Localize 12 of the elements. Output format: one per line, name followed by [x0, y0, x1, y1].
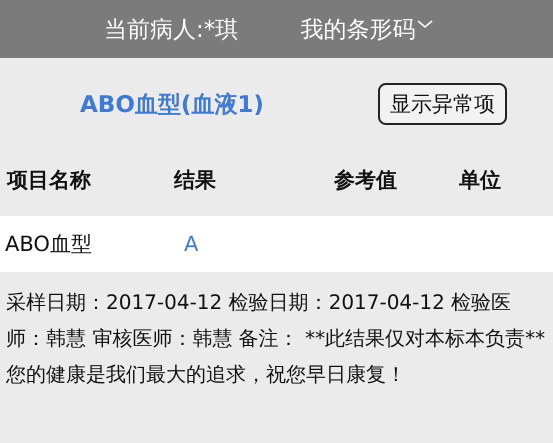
patient-label: 当前病人:*琪 — [104, 16, 238, 44]
column-header: 单位 — [459, 167, 501, 194]
note-text: 采样日期：2017-04-12 检验日期：2017-04-12 检验医师：韩慧 审核医师：韩慧 备注： **此结果仅对本标本负责** 您的健康是我们最大的追求，祝您早日康复！ — [6, 289, 546, 388]
barcode-menu[interactable]: 我的条形码 — [300, 14, 434, 44]
result-value: A — [183, 232, 200, 256]
test-title: ABO血型(血液1) — [80, 90, 265, 120]
column-header: 项目名称 — [6, 167, 92, 194]
chevron-icon — [417, 19, 434, 29]
column-header: 结果 — [174, 167, 217, 194]
column-header: 参考值 — [334, 167, 398, 194]
item-name: ABO血型 — [4, 231, 93, 258]
show-abnormal-button[interactable]: 显示异常项 — [378, 83, 507, 125]
